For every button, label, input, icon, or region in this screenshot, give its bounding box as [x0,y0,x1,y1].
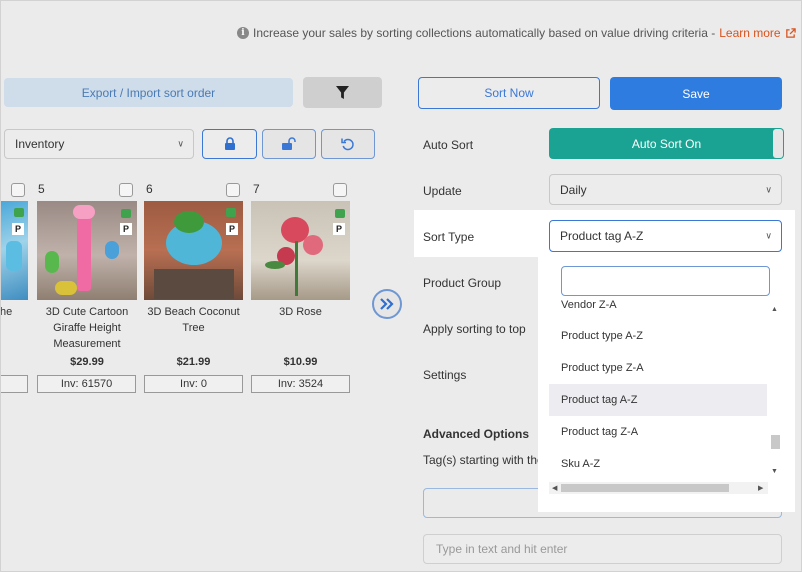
scrollbar-thumb[interactable] [771,435,780,449]
product-position: 7 [253,182,260,196]
toggle-knob [773,129,783,158]
unlock-icon [282,137,296,150]
product-price: $21.99 [176,356,211,368]
double-chevron-right-icon [380,298,394,310]
sort-type-select[interactable]: Product tag A-Z ∨ [549,220,782,252]
dropdown-vertical-scrollbar[interactable]: ▲ ▼ [768,304,782,480]
auto-sort-value: Auto Sort On [631,136,702,151]
product-inventory: Inv: 0 [144,375,243,393]
chevron-down-icon: ∨ [765,184,772,194]
dropdown-option[interactable]: Vendor Z-A [549,299,767,321]
dropdown-option[interactable]: Product type Z-A [549,352,767,384]
external-link-icon[interactable] [785,27,796,39]
product-inventory [0,375,28,393]
sort-type-value: Product tag A-Z [560,229,644,243]
dropdown-search-input[interactable] [561,266,770,296]
scroll-right-arrow-icon[interactable]: ▶ [758,484,763,492]
pinned-badge: P [333,223,345,235]
scrollbar-thumb[interactable] [561,484,729,492]
pinned-badge: P [12,223,24,235]
tag-input[interactable]: Type in text and hit enter [423,534,782,564]
dropdown-option[interactable]: Product type A-Z [549,320,767,352]
product-checkbox[interactable] [11,183,25,197]
unlock-button[interactable] [262,129,316,159]
product-image[interactable]: P [251,201,350,300]
undo-icon [341,138,354,151]
update-value: Daily [560,182,587,197]
export-import-button[interactable]: Export / Import sort order [4,78,293,107]
scroll-down-arrow-icon[interactable]: ▼ [771,468,778,475]
product-price: $29.99 [70,356,104,368]
apply-top-label: Apply sorting to top [423,322,526,336]
reset-button[interactable] [321,129,375,159]
auto-sort-label: Auto Sort [423,138,474,152]
lock-icon [14,208,24,217]
product-inventory: Inv: 3524 [251,375,350,393]
dropdown-options: Vendor Z-A Product type A-Z Product type… [549,299,767,480]
product-name: 3D Cute Cartoon Giraffe Height Measurement [45,306,129,350]
next-page-button[interactable] [372,289,402,319]
product-image[interactable]: P [0,201,28,300]
dropdown-option-selected[interactable]: Product tag A-Z [549,384,767,416]
filter-icon [336,86,349,99]
chevron-down-icon: ∨ [177,138,184,149]
dropdown-option[interactable]: Sku A-Z [549,448,767,480]
lock-button[interactable] [202,129,257,159]
sort-by-select[interactable]: Inventory ∨ [4,129,194,159]
tag-starting-label: Tag(s) starting with the f [423,453,548,467]
update-label: Update [423,184,462,198]
advanced-options-heading: Advanced Options [423,427,530,441]
sort-by-value: Inventory [15,137,65,151]
auto-sort-toggle[interactable]: Auto Sort On [549,128,784,159]
product-name: 3D Beach Coconut Tree [147,306,240,334]
product-group-label: Product Group [423,276,502,290]
product-checkbox[interactable] [226,183,240,197]
sort-now-button[interactable]: Sort Now [418,77,600,109]
dropdown-option[interactable]: Product tag Z-A [549,416,767,448]
product-image[interactable]: P [144,201,243,300]
info-line: i Increase your sales by sorting collect… [237,26,796,40]
learn-more-link[interactable]: Learn more [719,26,780,40]
sort-type-label: Sort Type [423,230,475,244]
lock-icon [224,137,235,150]
lock-icon [121,209,131,218]
info-text: Increase your sales by sorting collectio… [253,26,716,40]
product-name: he [0,306,13,318]
product-image[interactable]: P [37,201,137,300]
filter-button[interactable] [303,77,382,108]
lock-icon [335,209,345,218]
scroll-up-arrow-icon[interactable]: ▲ [771,306,778,313]
pinned-badge: P [226,223,238,235]
scroll-left-arrow-icon[interactable]: ◀ [552,484,557,492]
dropdown-horizontal-scrollbar[interactable]: ◀ ▶ [549,482,768,494]
chevron-down-icon: ∨ [765,230,772,241]
product-checkbox[interactable] [119,183,133,197]
pinned-badge: P [120,223,132,235]
lock-icon [226,208,236,217]
settings-label: Settings [423,368,467,382]
product-position: 6 [146,182,153,196]
product-price: $10.99 [283,356,318,368]
product-checkbox[interactable] [333,183,347,197]
update-select[interactable]: Daily ∨ [549,174,782,205]
save-button[interactable]: Save [610,77,782,110]
product-inventory: Inv: 61570 [37,375,136,393]
info-icon: i [237,27,249,39]
product-name: 3D Rose [279,306,322,318]
product-position: 5 [38,182,45,196]
